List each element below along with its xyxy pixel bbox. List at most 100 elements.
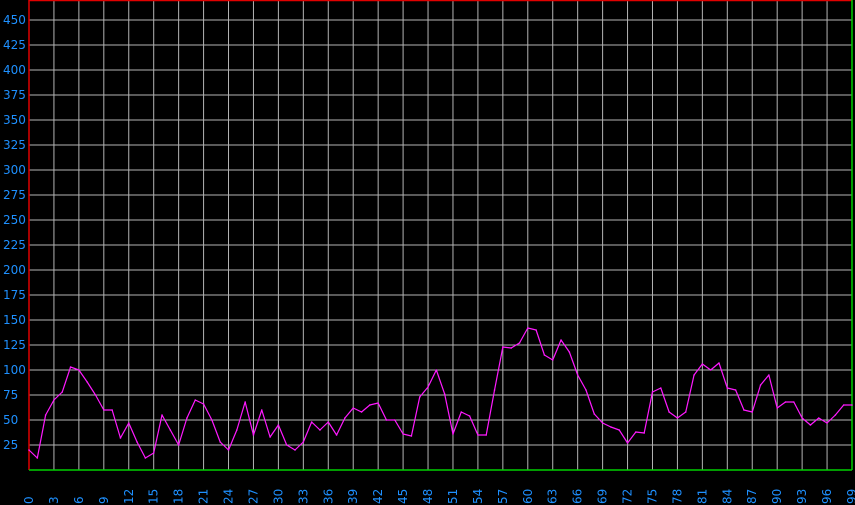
data-point	[635, 431, 637, 433]
data-point	[751, 411, 754, 413]
x-tick-label: 21	[197, 489, 211, 504]
x-tick-label: 57	[496, 489, 510, 504]
data-point	[44, 414, 47, 416]
data-point	[78, 369, 80, 371]
data-point	[826, 422, 828, 424]
data-point	[252, 434, 255, 436]
data-point	[659, 387, 662, 389]
data-point	[601, 422, 604, 424]
x-tick-label: 6	[72, 496, 86, 504]
data-point	[493, 389, 496, 391]
x-tick-label: 84	[720, 489, 734, 504]
data-point	[502, 346, 504, 348]
data-point	[69, 366, 72, 368]
x-tick-label: 39	[346, 489, 360, 504]
x-tick-label: 75	[645, 489, 659, 504]
data-point	[402, 433, 404, 435]
plot-background	[0, 0, 855, 505]
y-tick-label: 150	[3, 313, 26, 327]
data-point	[776, 407, 778, 409]
data-point	[36, 457, 39, 459]
data-point	[793, 401, 795, 403]
data-point	[734, 389, 737, 391]
data-point	[53, 399, 55, 401]
data-point	[61, 391, 64, 393]
y-tick-label: 175	[3, 288, 26, 302]
x-tick-label: 51	[446, 489, 460, 504]
data-point	[701, 363, 704, 365]
data-point	[219, 441, 222, 443]
x-tick-label: 90	[770, 489, 784, 504]
y-tick-label: 25	[3, 438, 18, 452]
data-point	[294, 449, 296, 451]
data-point	[244, 401, 246, 403]
data-point	[726, 387, 729, 389]
y-tick-label: 200	[3, 263, 26, 277]
data-point	[277, 424, 280, 426]
x-tick-label: 36	[321, 489, 335, 504]
data-point	[842, 404, 845, 406]
data-point	[460, 411, 463, 413]
data-point	[593, 413, 596, 415]
data-point	[86, 381, 88, 383]
data-point	[485, 434, 488, 436]
data-point	[510, 347, 512, 349]
data-point	[468, 415, 471, 417]
data-point	[393, 419, 396, 421]
data-point	[610, 426, 612, 428]
data-point	[285, 444, 288, 446]
data-point	[693, 374, 695, 376]
data-point	[410, 435, 413, 437]
data-point	[144, 457, 147, 459]
data-point	[834, 414, 837, 416]
data-point	[319, 429, 321, 431]
data-point	[202, 403, 205, 405]
x-tick-label: 87	[745, 489, 759, 504]
data-point	[385, 419, 388, 421]
data-point	[817, 417, 820, 419]
data-point	[768, 374, 770, 376]
data-point	[851, 404, 853, 406]
data-point	[560, 339, 562, 341]
data-point	[452, 433, 454, 435]
data-point	[668, 411, 670, 413]
data-point	[718, 362, 720, 364]
data-point	[327, 421, 330, 423]
x-tick-label: 3	[47, 496, 61, 504]
data-point	[103, 409, 105, 411]
data-point	[186, 417, 188, 419]
x-tick-label: 93	[795, 489, 809, 504]
data-point	[435, 369, 438, 371]
x-tick-label: 99	[845, 489, 855, 504]
data-point	[518, 342, 521, 344]
data-point	[111, 409, 113, 411]
data-point	[94, 394, 97, 396]
data-point	[136, 441, 138, 443]
x-tick-label: 63	[546, 489, 560, 504]
x-tick-label: 30	[271, 489, 285, 504]
data-point	[152, 452, 155, 454]
y-tick-label: 325	[3, 138, 26, 152]
data-point	[211, 419, 213, 421]
data-point	[526, 327, 529, 329]
data-point	[302, 441, 305, 443]
x-tick-label: 15	[147, 489, 161, 504]
line-chart: 2550751001251501752002252502753003253503…	[0, 0, 855, 505]
x-tick-label: 45	[396, 489, 410, 504]
data-point	[418, 396, 421, 398]
data-point	[360, 411, 363, 413]
data-point	[335, 434, 338, 436]
y-tick-label: 75	[3, 388, 18, 402]
data-point	[651, 391, 654, 393]
data-point	[227, 449, 230, 451]
x-tick-label: 24	[222, 489, 236, 504]
x-tick-label: 66	[571, 489, 585, 504]
data-point	[643, 432, 645, 434]
data-point	[743, 409, 745, 411]
data-point	[477, 434, 479, 436]
x-tick-label: 78	[670, 489, 684, 504]
data-point	[310, 421, 313, 423]
data-point	[369, 404, 371, 406]
data-point	[684, 411, 687, 413]
data-point	[568, 351, 571, 353]
